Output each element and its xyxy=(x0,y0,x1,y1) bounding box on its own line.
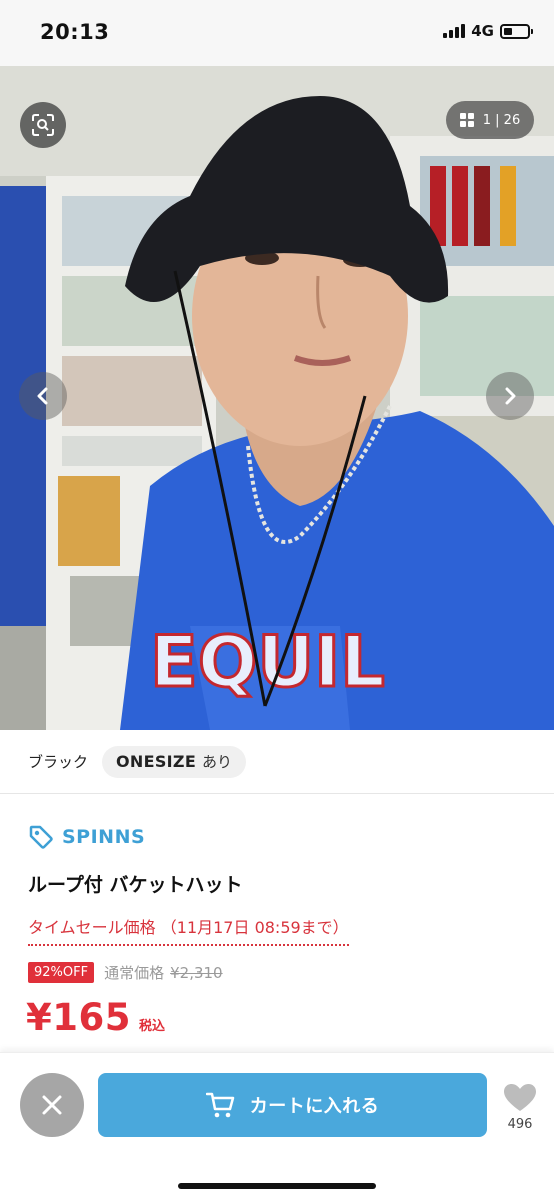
image-search-button[interactable] xyxy=(20,102,66,148)
chevron-right-icon xyxy=(505,387,516,405)
brand-name: SPINNS xyxy=(62,826,146,848)
battery-level xyxy=(504,27,512,35)
status-indicators: 4G xyxy=(443,22,533,40)
battery-icon xyxy=(500,23,533,39)
favorite-count: 496 xyxy=(507,1117,533,1132)
price-info: 92%OFF 通常価格 ¥2,310 xyxy=(28,962,223,983)
home-indicator xyxy=(178,1183,376,1189)
sale-price: ¥165 xyxy=(26,996,131,1039)
sale-price-block: ¥165 税込 xyxy=(26,996,165,1039)
chevron-left-icon xyxy=(37,387,48,405)
brand-link[interactable]: SPINNS xyxy=(28,824,145,850)
gallery-counter-button[interactable]: 1 | 26 xyxy=(446,101,534,139)
tax-label: 税込 xyxy=(138,1019,165,1034)
size-label: ONESIZE xyxy=(116,752,197,771)
tag-icon xyxy=(29,825,53,849)
cart-button-label: カートに入れる xyxy=(249,1096,380,1117)
gallery-prev-button[interactable] xyxy=(19,372,67,420)
grid-icon xyxy=(459,113,474,127)
bottom-action-bar: カートに入れる 496 xyxy=(0,1052,554,1200)
variant-color: ブラック xyxy=(28,753,89,771)
close-icon xyxy=(42,1095,62,1115)
add-to-cart-button[interactable]: カートに入れる xyxy=(98,1073,487,1137)
heart-icon xyxy=(504,1084,536,1111)
status-time: 20:13 xyxy=(40,20,110,44)
favorite-button[interactable]: 496 xyxy=(500,1083,540,1132)
product-title: ループ付 バケットハット xyxy=(28,874,243,896)
gallery-next-button[interactable] xyxy=(486,372,534,420)
network-type: 4G xyxy=(471,22,494,40)
variant-selector[interactable]: ブラック ONESIZE あり xyxy=(0,730,554,794)
gallery-counter: 1 | 26 xyxy=(482,112,521,128)
discount-badge: 92%OFF xyxy=(28,962,95,983)
close-button[interactable] xyxy=(20,1073,84,1137)
time-sale-label: タイムセール価格 （11月17日 08:59まで） xyxy=(28,914,349,946)
regular-price-label: 通常価格 xyxy=(104,964,165,982)
cart-icon xyxy=(205,1092,234,1118)
size-chip[interactable]: ONESIZE あり xyxy=(102,745,247,778)
stock-status: あり xyxy=(202,753,233,771)
svg-text:EQUIL: EQUIL xyxy=(150,621,385,703)
status-bar: 20:13 4G xyxy=(0,0,554,66)
signal-icon xyxy=(443,24,466,38)
product-photo[interactable]: EQUIL xyxy=(0,66,554,730)
scan-icon xyxy=(32,114,54,136)
product-photo-illustration: EQUIL xyxy=(0,66,554,730)
regular-price: ¥2,310 xyxy=(170,963,223,982)
